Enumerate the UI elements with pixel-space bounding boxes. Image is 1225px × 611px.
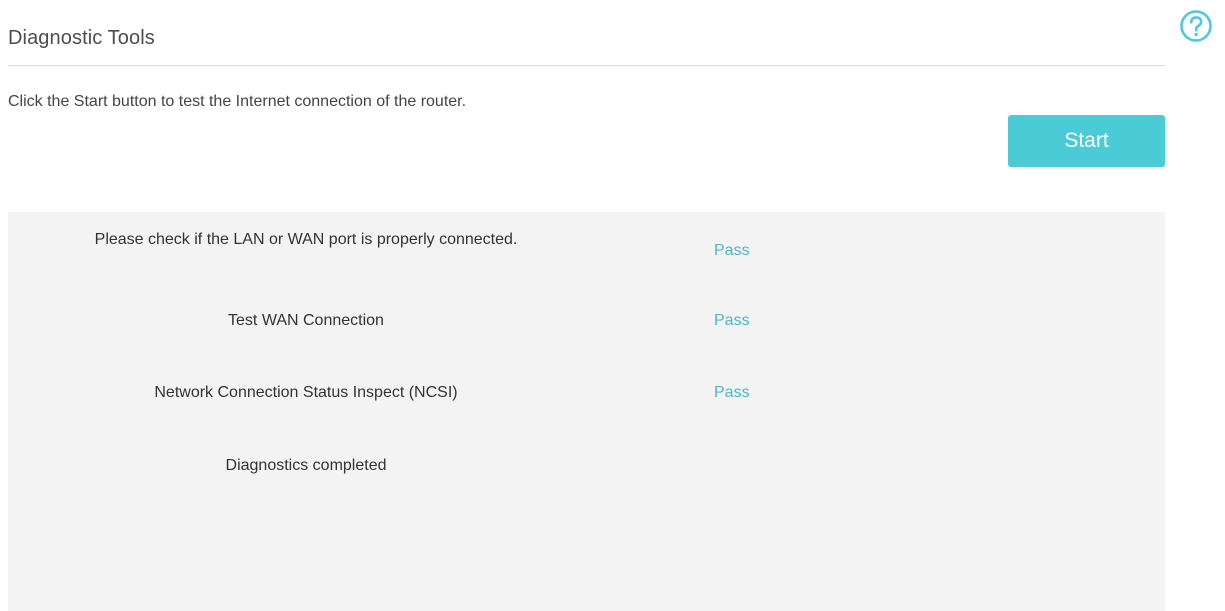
- result-label: Please check if the LAN or WAN port is p…: [94, 231, 518, 248]
- diagnostic-tools-page: Diagnostic Tools Click the Start button …: [0, 0, 1225, 611]
- start-button[interactable]: Start: [1008, 115, 1165, 167]
- page-title: Diagnostic Tools: [8, 27, 155, 49]
- page-header: Diagnostic Tools: [8, 0, 1165, 66]
- result-status: Pass: [714, 384, 750, 401]
- diagnostic-results-panel: Please check if the LAN or WAN port is p…: [8, 212, 1165, 611]
- result-label: Network Connection Status Inspect (NCSI): [154, 384, 458, 401]
- result-status: Pass: [714, 312, 750, 329]
- result-label: Diagnostics completed: [225, 457, 387, 474]
- question-circle-icon[interactable]: [1179, 9, 1213, 43]
- result-status: Pass: [714, 242, 750, 259]
- result-label: Test WAN Connection: [228, 312, 384, 329]
- instructions-text: Click the Start button to test the Inter…: [8, 93, 467, 110]
